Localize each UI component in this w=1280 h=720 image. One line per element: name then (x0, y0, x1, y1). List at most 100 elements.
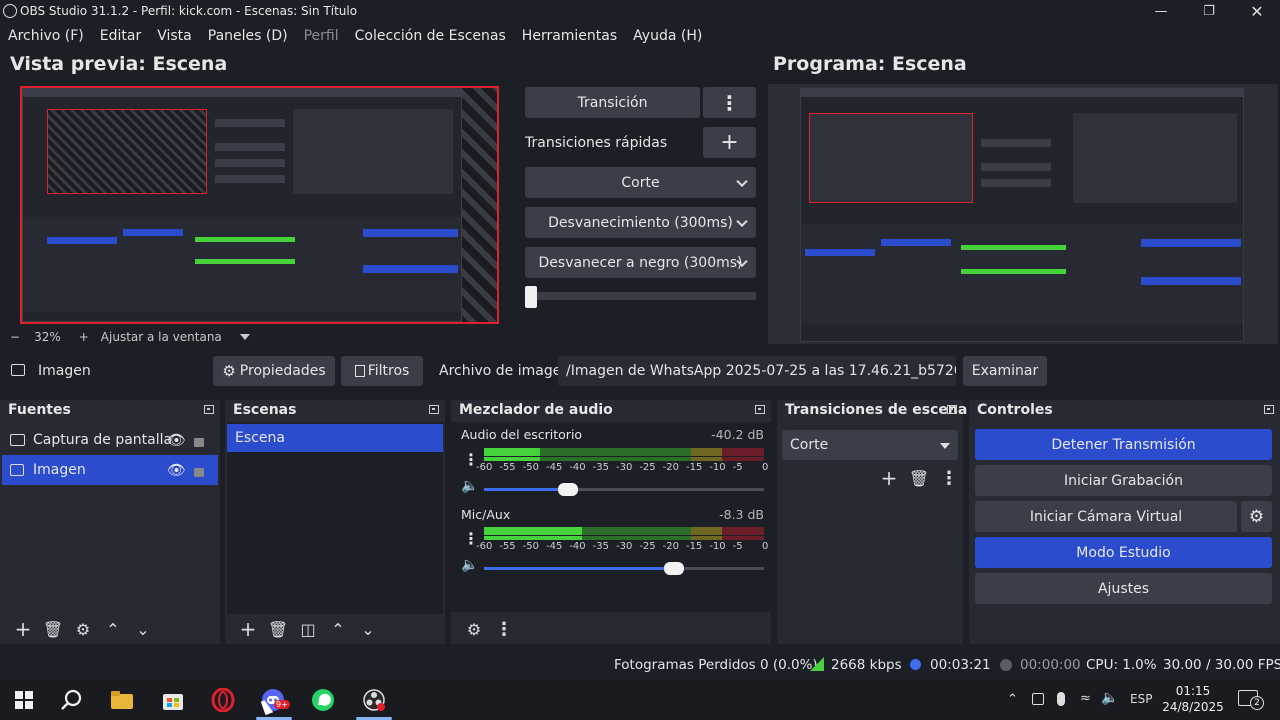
start-virtual-camera-button[interactable]: Iniciar Cámara Virtual (975, 501, 1237, 532)
properties-button[interactable]: ⚙ Propiedades (213, 356, 335, 386)
transition-button[interactable]: Transición (525, 87, 700, 118)
file-explorer-icon[interactable] (108, 686, 136, 714)
speaker-icon[interactable]: 🔈 (461, 478, 478, 494)
menu-archivo[interactable]: Archivo (F) (8, 28, 84, 44)
volume-icon[interactable]: 🔈 (1101, 690, 1118, 706)
menu-ayuda[interactable]: Ayuda (H) (633, 28, 702, 44)
quick-transition-fade[interactable]: Desvanecimiento (300ms) (525, 207, 756, 238)
language-indicator[interactable]: ESP (1130, 692, 1152, 706)
obs-taskbar-icon[interactable] (360, 686, 388, 714)
audio-meter (484, 527, 764, 535)
undock-icon[interactable] (1264, 405, 1274, 414)
volume-knob[interactable] (558, 483, 578, 496)
lock-icon[interactable] (194, 438, 204, 447)
eye-icon[interactable]: 👁 (167, 431, 186, 449)
source-item-captura[interactable]: Captura de pantalla 👁 (2, 425, 218, 455)
browse-button[interactable]: Examinar (963, 356, 1047, 386)
scene-item-escena[interactable]: Escena (227, 424, 443, 452)
meter-scale-tick: -15 (686, 462, 703, 473)
image-file-path-input[interactable]: /Imagen de WhatsApp 2025-07-25 a las 17.… (558, 356, 956, 386)
add-icon[interactable]: + (8, 617, 38, 641)
sources-list: Captura de pantalla 👁 Imagen 👁 (2, 422, 218, 614)
mixer-channel-name: Audio del escritorio (461, 427, 583, 442)
transition-more-icon[interactable]: ⋮ (703, 87, 756, 118)
lock-icon[interactable] (194, 468, 204, 477)
tbar-handle[interactable] (525, 286, 537, 308)
trash-icon[interactable]: 🗑 (263, 620, 293, 639)
undock-icon[interactable] (947, 405, 957, 414)
virtual-camera-settings-icon[interactable]: ⚙ (1241, 501, 1272, 532)
menu-perfil[interactable]: Perfil (304, 28, 339, 44)
scenes-dock: Escenas Escena + 🗑 ◫ ⌃ ⌄ (225, 400, 445, 644)
menu-paneles[interactable]: Paneles (D) (208, 28, 288, 44)
preview-zoom-bar: − 32% + Ajustar a la ventana (10, 330, 250, 344)
meet-now-icon[interactable] (1032, 693, 1044, 705)
add-quick-transition-icon[interactable]: + (703, 127, 756, 158)
volume-slider[interactable] (484, 562, 764, 575)
chevron-up-icon[interactable]: ⌃ (323, 620, 353, 639)
properties-label: Propiedades (239, 363, 326, 379)
obs-logo-icon (3, 4, 17, 18)
menu-herramientas[interactable]: Herramientas (522, 28, 617, 44)
undock-icon[interactable] (204, 405, 214, 414)
opera-icon[interactable] (209, 686, 237, 714)
advanced-audio-icon[interactable]: ⚙ (459, 620, 489, 639)
windows-start-icon[interactable] (10, 686, 38, 714)
fit-window-label[interactable]: Ajustar a la ventana (101, 330, 222, 344)
meter-scale-tick: -60 (476, 462, 493, 473)
add-icon[interactable]: + (233, 617, 263, 641)
stop-streaming-button[interactable]: Detener Transmisión (975, 429, 1272, 460)
more-icon[interactable]: ⋮ (934, 468, 964, 489)
notifications-icon[interactable]: 2 (1238, 690, 1264, 710)
minimize-icon[interactable]: — (1138, 0, 1184, 23)
quick-transition-fade-black[interactable]: Desvanecer a negro (300ms) (525, 247, 756, 278)
filters-button[interactable]: Filtros (341, 356, 423, 386)
add-icon[interactable]: + (874, 466, 904, 490)
trash-icon[interactable]: 🗑 (904, 469, 934, 488)
chevron-up-icon[interactable]: ⌃ (98, 620, 128, 639)
chevron-down-icon[interactable]: ⌄ (128, 620, 158, 639)
preview-canvas[interactable] (20, 86, 499, 324)
microphone-icon[interactable] (1057, 692, 1065, 706)
close-icon[interactable]: ✕ (1234, 0, 1280, 23)
eye-icon[interactable]: 👁 (167, 461, 186, 479)
volume-slider[interactable] (484, 483, 764, 496)
filter-icon[interactable]: ◫ (293, 620, 323, 639)
gear-icon[interactable]: ⚙ (68, 620, 98, 639)
restore-icon[interactable]: ❐ (1186, 0, 1232, 23)
search-icon[interactable] (58, 686, 86, 714)
scenes-toolbar: + 🗑 ◫ ⌃ ⌄ (225, 614, 445, 644)
settings-button[interactable]: Ajustes (975, 573, 1272, 604)
menu-editar[interactable]: Editar (100, 28, 141, 44)
trash-icon[interactable]: 🗑 (38, 620, 68, 639)
zoom-dropdown-icon[interactable] (239, 334, 250, 340)
start-recording-button[interactable]: Iniciar Grabación (975, 465, 1272, 496)
wifi-icon[interactable]: ≈ (1080, 691, 1091, 706)
undock-icon[interactable] (755, 405, 765, 414)
clock[interactable]: 01:15 24/8/2025 (1162, 683, 1224, 715)
volume-knob[interactable] (664, 562, 685, 575)
zoom-in-button[interactable]: + (79, 330, 89, 344)
meter-scale-tick: -5 (732, 541, 743, 552)
image-icon (10, 464, 24, 476)
volume-fill (484, 488, 568, 491)
menu-vista[interactable]: Vista (157, 28, 192, 44)
quick-transition-corte[interactable]: Corte (525, 167, 756, 198)
source-item-imagen[interactable]: Imagen 👁 (2, 455, 218, 485)
menu-coleccion[interactable]: Colección de Escenas (355, 28, 506, 44)
meter-scale-tick: 0 (762, 541, 769, 552)
chevron-down-icon[interactable]: ⌄ (353, 620, 383, 639)
zoom-out-button[interactable]: − (10, 330, 20, 344)
volume-fill (484, 567, 675, 570)
undock-icon[interactable] (429, 405, 439, 414)
dropped-frames: Fotogramas Perdidos 0 (0.0%) (614, 657, 818, 673)
speaker-icon[interactable]: 🔈 (461, 557, 478, 573)
tbar-slider[interactable] (525, 286, 756, 308)
tray-overflow-icon[interactable]: ⌃ (1007, 692, 1018, 707)
studio-mode-button[interactable]: Modo Estudio (975, 537, 1272, 568)
meter-scale-tick: -60 (476, 541, 493, 552)
whatsapp-icon[interactable] (309, 686, 337, 714)
store-icon[interactable] (159, 686, 187, 714)
more-icon[interactable]: ⋮ (489, 619, 519, 640)
scene-transition-select[interactable]: Corte (782, 430, 958, 460)
